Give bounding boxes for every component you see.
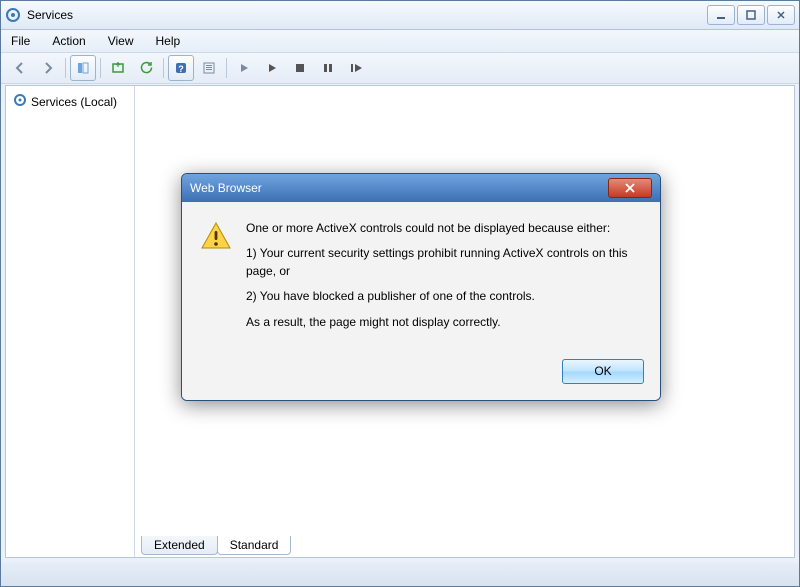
maximize-button[interactable] (737, 5, 765, 25)
window-buttons (707, 5, 795, 25)
refresh-icon[interactable] (133, 55, 159, 81)
dialog-line4: As a result, the page might not display … (246, 314, 642, 331)
toolbar-separator (226, 58, 227, 78)
window-title: Services (27, 8, 707, 22)
menu-view[interactable]: View (104, 32, 138, 50)
export-list-icon[interactable] (105, 55, 131, 81)
dialog-close-button[interactable] (608, 178, 652, 198)
close-button[interactable] (767, 5, 795, 25)
tree-node-services-local[interactable]: Services (Local) (10, 90, 130, 113)
dialog-text: One or more ActiveX controls could not b… (246, 220, 642, 339)
forward-icon[interactable] (35, 55, 61, 81)
svg-text:?: ? (178, 64, 184, 74)
titlebar: Services (1, 1, 799, 30)
tab-extended-label: Extended (154, 538, 205, 552)
start-service-alt-icon[interactable] (259, 55, 285, 81)
minimize-button[interactable] (707, 5, 735, 25)
warning-icon (200, 220, 232, 252)
dialog-button-row: OK (182, 349, 660, 400)
dialog-title: Web Browser (190, 181, 608, 195)
menu-action[interactable]: Action (48, 32, 89, 50)
bottom-tabs: Extended Standard (141, 536, 290, 555)
menubar: File Action View Help (1, 30, 799, 53)
pause-service-icon[interactable] (315, 55, 341, 81)
toolbar-separator (100, 58, 101, 78)
tree-node-label: Services (Local) (31, 95, 117, 109)
tab-standard-label: Standard (230, 538, 279, 552)
tab-extended[interactable]: Extended (141, 536, 218, 555)
help-icon[interactable]: ? (168, 55, 194, 81)
menu-help[interactable]: Help (152, 32, 185, 50)
restart-service-icon[interactable] (343, 55, 369, 81)
toolbar: ? (1, 53, 799, 84)
properties-icon[interactable] (196, 55, 222, 81)
tree-pane: Services (Local) (6, 86, 135, 557)
dialog-line3: 2) You have blocked a publisher of one o… (246, 288, 642, 305)
start-service-icon[interactable] (231, 55, 257, 81)
dialog-line1: One or more ActiveX controls could not b… (246, 220, 642, 237)
services-window: Services File Action View Help ? (0, 0, 800, 587)
dialog-titlebar: Web Browser (182, 174, 660, 202)
gear-icon (13, 93, 27, 110)
dialog-line2: 1) Your current security settings prohib… (246, 245, 642, 280)
statusbar (1, 562, 799, 586)
web-browser-dialog: Web Browser One or more ActiveX controls… (181, 173, 661, 401)
tab-standard[interactable]: Standard (217, 536, 292, 555)
ok-button[interactable]: OK (562, 359, 644, 384)
toolbar-separator (163, 58, 164, 78)
menu-file[interactable]: File (7, 32, 34, 50)
stop-service-icon[interactable] (287, 55, 313, 81)
dialog-body: One or more ActiveX controls could not b… (182, 202, 660, 349)
close-icon (624, 183, 636, 193)
ok-button-label: OK (594, 364, 611, 378)
show-hide-tree-icon[interactable] (70, 55, 96, 81)
toolbar-separator (65, 58, 66, 78)
services-app-icon (5, 7, 21, 23)
back-icon[interactable] (7, 55, 33, 81)
